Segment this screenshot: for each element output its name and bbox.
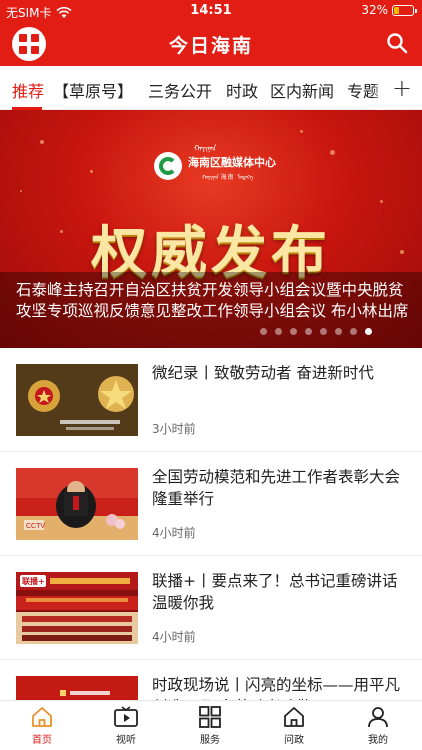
profile-icon: [368, 707, 388, 728]
tab-politics[interactable]: 时政: [226, 78, 258, 102]
news-thumbnail: [16, 364, 138, 436]
news-time: 4小时前: [152, 526, 196, 540]
nav-video[interactable]: 视听: [96, 705, 156, 746]
carousel-dot[interactable]: [320, 328, 327, 335]
lianbo-badge: 联播+: [22, 576, 45, 586]
logo-subtitle: ᠬᠠᠶᠢᠨᠠᠨ 海南 ᠮᠡᠳᠡᠭᠡ: [202, 174, 254, 181]
logo-emblem-icon: [154, 152, 182, 180]
search-icon[interactable]: [386, 32, 408, 54]
news-item[interactable]: 时政现场说丨闪亮的坐标——用平凡创造不凡 向劳动者致敬: [0, 660, 422, 700]
media-center-logo: ᠬᠠᠶᠢᠨᠠᠨ 海南区融媒体中心 ᠬᠠᠶᠢᠨᠠᠨ 海南 ᠮᠡᠳᠡᠭᠡ: [154, 138, 284, 198]
carousel-dot[interactable]: [365, 328, 372, 335]
carousel-dots: [260, 328, 372, 335]
carousel-dot[interactable]: [260, 328, 267, 335]
app-title: 今日海南: [168, 35, 253, 57]
news-title: 微纪录丨致敬劳动者 奋进新时代: [152, 364, 374, 382]
news-item[interactable]: 微纪录丨致敬劳动者 奋进新时代 3小时前: [0, 348, 422, 452]
banner-caption: 石泰峰主持召开自治区扶贫开发领导小组会议暨中央脱贫攻坚专项巡视反馈意见整改工作领…: [16, 281, 409, 320]
nav-label: 视听: [116, 735, 136, 746]
carousel-dot[interactable]: [275, 328, 282, 335]
clock: 14:51: [190, 3, 232, 18]
battery-percent: 32%: [361, 3, 388, 17]
carousel-dot[interactable]: [290, 328, 297, 335]
tab-grassland[interactable]: 【草原号】: [53, 78, 133, 102]
status-bar: 无SIM卡 14:51 32%: [0, 0, 422, 22]
carousel-dot[interactable]: [305, 328, 312, 335]
inquiry-house-icon: [284, 707, 304, 727]
cctv-watermark: CCTV: [26, 523, 45, 530]
home-icon: [32, 707, 52, 727]
nav-label: 首页: [32, 735, 52, 746]
battery-fill: [394, 6, 399, 14]
news-time: 3小时前: [152, 422, 196, 436]
carousel-dot[interactable]: [350, 328, 357, 335]
add-tab-icon[interactable]: +: [392, 74, 412, 102]
services-grid-icon: [199, 706, 221, 728]
news-thumbnail: CCTV: [16, 468, 138, 540]
nav-label: 我的: [368, 735, 388, 746]
logo-name: 海南区融媒体中心: [188, 156, 276, 169]
news-item[interactable]: 联播+ 联播+丨要点来了！总书记重磅讲话温暖你我 4小时前: [0, 556, 422, 660]
nav-profile[interactable]: 我的: [348, 705, 408, 746]
battery-icon: [392, 4, 417, 16]
news-thumbnail: [16, 676, 138, 700]
nav-label: 问政: [284, 735, 304, 746]
nav-label: 服务: [200, 735, 220, 746]
video-icon: [114, 706, 138, 727]
news-title: 时政现场说丨闪亮的坐标——用平凡创造不凡 向劳动者致敬: [152, 676, 401, 700]
tab-recommend[interactable]: 推荐: [12, 78, 44, 102]
tab-local-news[interactable]: 区内新闻: [270, 78, 334, 102]
news-title: 全国劳动模范和先进工作者表彰大会隆重举行: [152, 468, 401, 508]
carousel-dot[interactable]: [335, 328, 342, 335]
nav-services[interactable]: 服务: [180, 705, 240, 746]
logo-mongolian-text: ᠬᠠᠶᠢᠨᠠᠨ: [194, 144, 217, 153]
news-time: 4小时前: [152, 630, 196, 644]
news-item[interactable]: CCTV 全国劳动模范和先进工作者表彰大会隆重举行 4小时前: [0, 452, 422, 556]
category-tabs: 推荐 【草原号】 三务公开 时政 区内新闻 专题 +: [0, 66, 422, 110]
tab-fade: [372, 66, 386, 110]
bottom-nav: 首页 视听 服务 问政 我的: [0, 700, 422, 750]
nav-inquiry[interactable]: 问政: [264, 705, 324, 746]
tab-public-affairs[interactable]: 三务公开: [148, 78, 212, 102]
carousel-banner[interactable]: ᠬᠠᠶᠢᠨᠠᠨ 海南区融媒体中心 ᠬᠠᠶᠢᠨᠠᠨ 海南 ᠮᠡᠳᠡᠭᠡ 权威发布 …: [0, 110, 422, 348]
nav-home[interactable]: 首页: [12, 705, 72, 746]
news-title: 联播+丨要点来了！总书记重磅讲话温暖你我: [152, 572, 398, 612]
news-thumbnail: 联播+: [16, 572, 138, 644]
battery-area: 32%: [361, 3, 417, 17]
app-header: 今日海南: [0, 22, 422, 66]
